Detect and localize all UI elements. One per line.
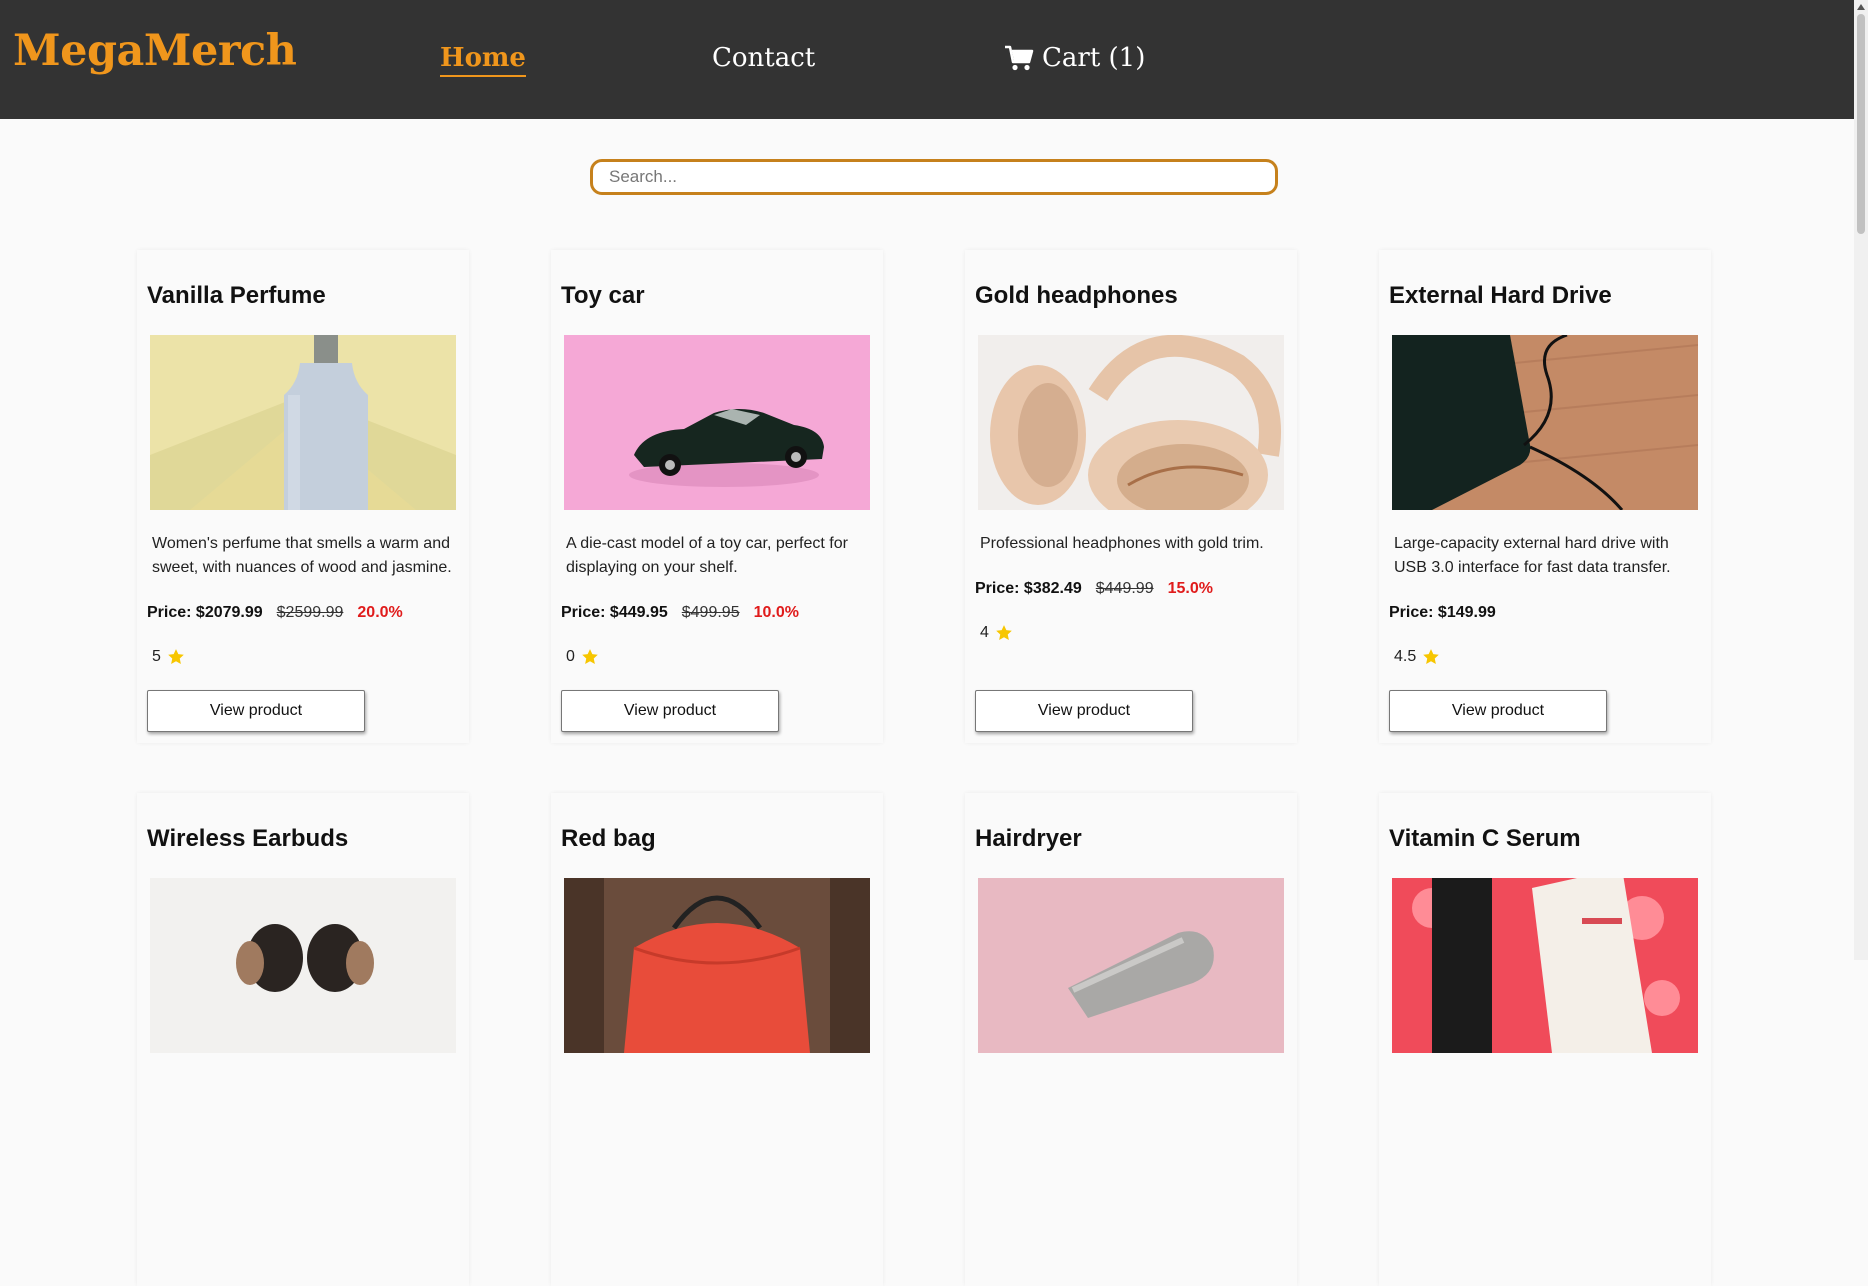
original-price: $2599.99 xyxy=(276,604,344,621)
nav-contact-link[interactable]: Contact xyxy=(712,44,815,73)
product-card: Vanilla Perfume Women's perfume that sme… xyxy=(137,250,469,743)
product-title: Hairdryer xyxy=(975,825,1082,852)
product-image-hairdryer[interactable] xyxy=(978,878,1284,1053)
nav-home-link[interactable]: Home xyxy=(440,44,526,77)
price-row: Price: $2079.99 $2599.99 20.0% xyxy=(147,604,403,622)
product-card: External Hard Drive Large-capacity exter… xyxy=(1379,250,1711,743)
price-row: Price: $449.95 $499.95 10.0% xyxy=(561,604,799,622)
product-grid: Vanilla Perfume Women's perfume that sme… xyxy=(137,250,1711,1286)
price-row: Price: $382.49 $449.99 15.0% xyxy=(975,580,1213,598)
scroll-thumb[interactable] xyxy=(1857,14,1865,234)
star-icon xyxy=(582,649,598,664)
view-product-button[interactable]: View product xyxy=(975,690,1193,732)
product-image-serum[interactable] xyxy=(1392,878,1698,1053)
rating-value: 0 xyxy=(566,648,575,665)
product-image-hard-drive[interactable] xyxy=(1392,335,1698,510)
product-image-toy-car[interactable] xyxy=(564,335,870,510)
product-price: Price: $449.95 xyxy=(561,604,668,621)
cart-label: Cart (1) xyxy=(1042,43,1146,73)
product-title: Vitamin C Serum xyxy=(1389,825,1581,852)
product-description: A die-cast model of a toy car, perfect f… xyxy=(566,535,848,576)
price-row: Price: $149.99 xyxy=(1389,604,1496,622)
rating: 0 xyxy=(566,648,599,666)
product-card: Toy car A die-cast model of a toy car, p… xyxy=(551,250,883,743)
view-product-button[interactable]: View product xyxy=(147,690,365,732)
scroll-up-arrow-icon[interactable] xyxy=(1857,4,1865,10)
rating-value: 4.5 xyxy=(1394,648,1417,665)
discount-badge: 10.0% xyxy=(753,604,799,621)
rating: 5 xyxy=(152,648,185,666)
rating: 4 xyxy=(980,624,1013,642)
original-price: $499.95 xyxy=(681,604,740,621)
original-price: $449.99 xyxy=(1095,580,1154,597)
product-price: Price: $2079.99 xyxy=(147,604,263,621)
product-card: Vitamin C Serum xyxy=(1379,793,1711,1286)
product-card: Gold headphones Professional headphones … xyxy=(965,250,1297,743)
rating: 4.5 xyxy=(1394,648,1440,666)
product-card: Wireless Earbuds xyxy=(137,793,469,1286)
search-input[interactable] xyxy=(590,159,1278,195)
product-description: Women's perfume that smells a warm and s… xyxy=(152,535,452,576)
product-image-perfume[interactable] xyxy=(150,335,456,510)
star-icon xyxy=(168,649,184,664)
product-card: Hairdryer xyxy=(965,793,1297,1286)
rating-value: 4 xyxy=(980,624,989,641)
product-description: Professional headphones with gold trim. xyxy=(980,535,1264,552)
product-image-red-bag[interactable] xyxy=(564,878,870,1053)
page-scrollbar[interactable] xyxy=(1854,0,1868,960)
nav-cart-link[interactable]: Cart (1) xyxy=(1004,44,1145,73)
view-product-button[interactable]: View product xyxy=(1389,690,1607,732)
star-icon xyxy=(996,625,1012,640)
product-title: External Hard Drive xyxy=(1389,282,1612,309)
cart-icon xyxy=(1005,46,1034,71)
product-price: Price: $382.49 xyxy=(975,580,1082,597)
product-image-headphones[interactable] xyxy=(978,335,1284,510)
product-title: Gold headphones xyxy=(975,282,1178,309)
discount-badge: 20.0% xyxy=(357,604,403,621)
product-image-earbuds[interactable] xyxy=(150,878,456,1053)
view-product-button[interactable]: View product xyxy=(561,690,779,732)
product-title: Wireless Earbuds xyxy=(147,825,349,852)
product-title: Red bag xyxy=(561,825,656,852)
brand-logo[interactable]: MegaMerch xyxy=(13,30,297,73)
rating-value: 5 xyxy=(152,648,161,665)
discount-badge: 15.0% xyxy=(1167,580,1213,597)
product-title: Toy car xyxy=(561,282,645,309)
product-description: Large-capacity external hard drive with … xyxy=(1394,535,1671,576)
product-title: Vanilla Perfume xyxy=(147,282,326,309)
star-icon xyxy=(1423,649,1440,664)
navbar: MegaMerch Home Contact Cart (1) xyxy=(0,0,1854,119)
product-price: Price: $149.99 xyxy=(1389,604,1496,621)
product-card: Red bag xyxy=(551,793,883,1286)
